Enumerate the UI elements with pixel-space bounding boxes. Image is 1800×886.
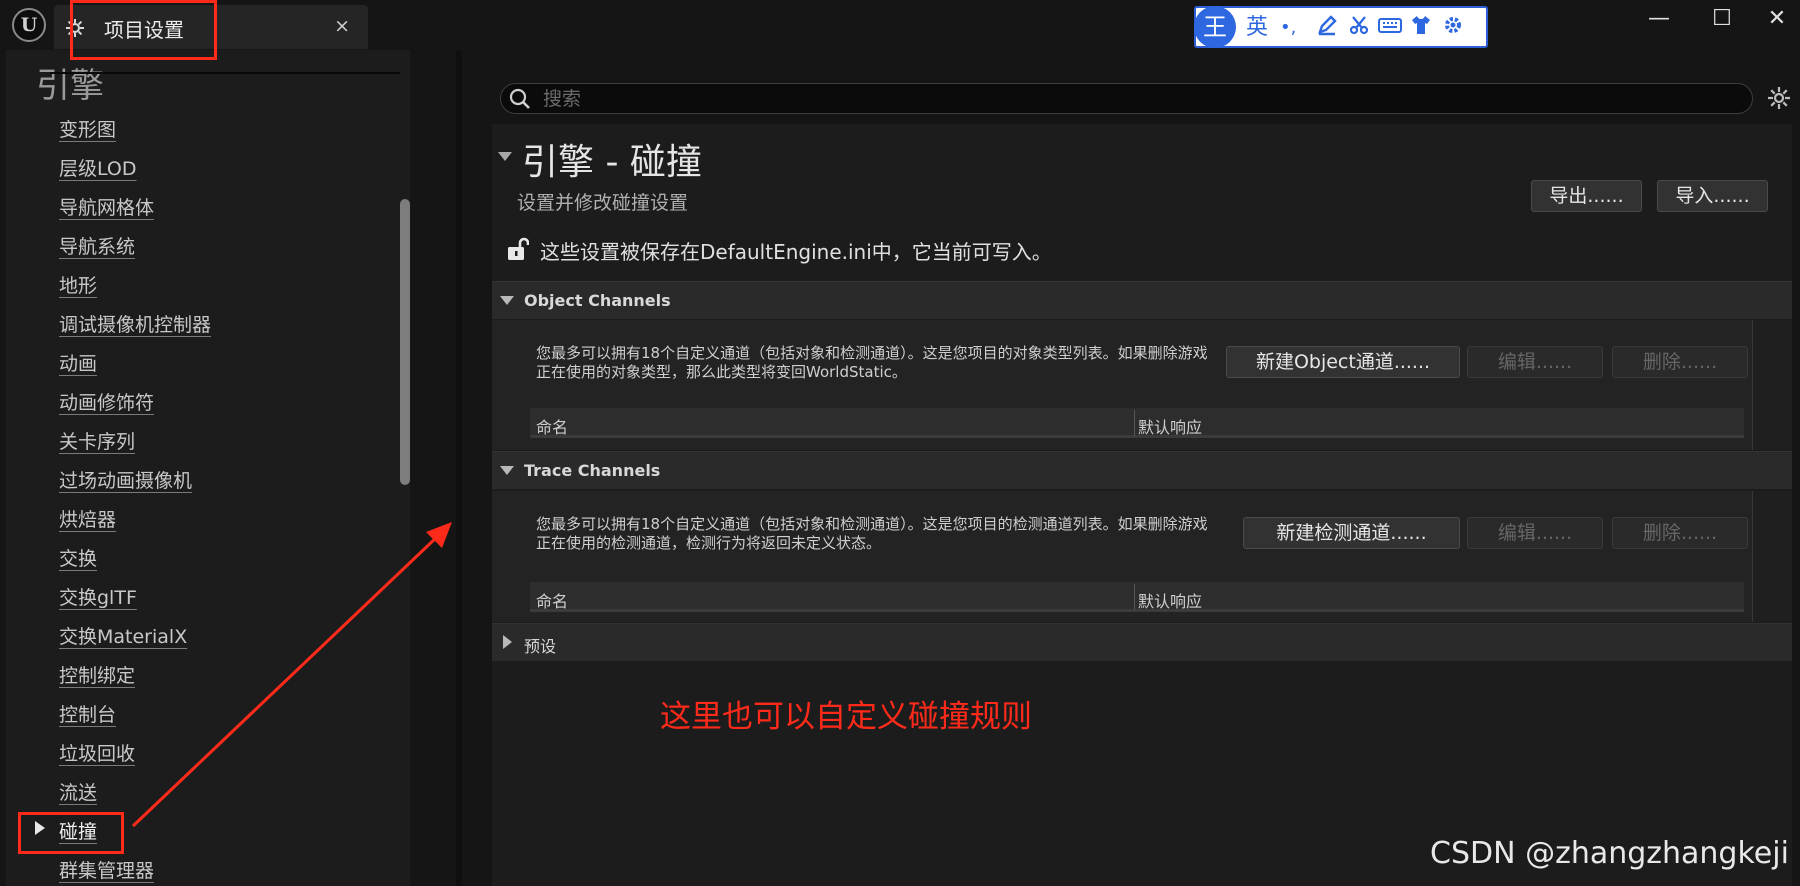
category-title: Object Channels (524, 291, 671, 310)
search-input[interactable] (543, 87, 1723, 111)
sidebar-item-navmesh[interactable]: 导航网格体 (59, 193, 154, 220)
unreal-logo-icon: U (12, 8, 46, 42)
sidebar-item-console[interactable]: 控制台 (59, 700, 116, 727)
title-bar: U 项目设置 × 王 英 •, — ☐ ✕ (0, 0, 1800, 50)
collapsed-arrow-icon (503, 635, 512, 649)
column-name: 命名 (536, 592, 569, 611)
sidebar-item-crowd-manager[interactable]: 群集管理器 (59, 856, 154, 883)
sidebar-item-debug-camera[interactable]: 调试摄像机控制器 (59, 310, 211, 337)
sidebar-item-anim-modifiers[interactable]: 动画修饰符 (59, 388, 154, 415)
sidebar-section-divider (50, 72, 400, 74)
edit-object-channel-button[interactable]: 编辑...... (1467, 346, 1603, 378)
scissors-icon[interactable] (1348, 14, 1370, 44)
delete-trace-channel-button[interactable]: 删除...... (1612, 517, 1748, 549)
search-icon (509, 88, 531, 110)
column-default-response: 默认响应 (1138, 592, 1203, 611)
sidebar-item-cine-camera[interactable]: 过场动画摄像机 (59, 466, 192, 493)
category-edge (1752, 320, 1792, 450)
sidebar-item-hlod[interactable]: 层级LOD (59, 154, 137, 181)
ime-logo-icon[interactable]: 王 (1194, 6, 1236, 48)
watermark: CSDN @zhangzhangkeji (1430, 836, 1789, 871)
category-object-channels[interactable]: Object Channels (492, 281, 1792, 319)
column-separator[interactable] (1134, 410, 1135, 436)
export-button[interactable]: 导出...... (1531, 180, 1642, 212)
sidebar-item-interchange[interactable]: 交换 (59, 544, 97, 571)
pen-icon[interactable] (1316, 14, 1338, 44)
object-channels-description: 您最多可以拥有18个自定义通道（包括对象和检测通道）。这是您项目的对象类型列表。… (536, 344, 1208, 381)
page-subtitle: 设置并修改碰撞设置 (517, 192, 689, 214)
annotation-text: 这里也可以自定义碰撞规则 (660, 699, 1032, 735)
category-trace-channels[interactable]: Trace Channels (492, 451, 1792, 489)
sidebar-item-landscape[interactable]: 地形 (59, 271, 97, 298)
category-presets[interactable]: 预设 (492, 623, 1792, 661)
expand-arrow-icon (500, 296, 514, 305)
ime-toolbar: 王 英 •, (1194, 6, 1488, 48)
sidebar-section-engine: 引擎 (36, 66, 104, 106)
sidebar-scrollbar[interactable] (400, 199, 410, 485)
sidebar-item-morph[interactable]: 变形图 (59, 115, 116, 142)
settings-sidebar: 引擎 变形图 层级LOD 导航网格体 导航系统 地形 调试摄像机控制器 动画 动… (0, 50, 470, 886)
tab-close-icon[interactable]: × (334, 15, 350, 37)
new-object-channel-button[interactable]: 新建Object通道...... (1226, 346, 1460, 378)
annotation-box-collision (18, 812, 124, 854)
object-channels-table-header: 命名 默认响应 (530, 408, 1744, 438)
new-trace-channel-button[interactable]: 新建检测通道...... (1243, 517, 1460, 549)
maximize-button[interactable]: ☐ (1702, 6, 1742, 32)
page-title: 引擎 - 碰撞 (522, 142, 702, 183)
sidebar-item-garbage-collection[interactable]: 垃圾回收 (59, 739, 135, 766)
delete-object-channel-button[interactable]: 删除...... (1612, 346, 1748, 378)
sidebar-item-cooker[interactable]: 烘焙器 (59, 505, 116, 532)
sidebar-item-interchange-materialx[interactable]: 交换MaterialX (59, 622, 187, 649)
column-separator[interactable] (1134, 584, 1135, 610)
category-title: Trace Channels (524, 461, 661, 480)
expand-arrow-icon (500, 466, 514, 475)
sidebar-item-level-sequence[interactable]: 关卡序列 (59, 427, 135, 454)
gear-icon[interactable] (1442, 14, 1464, 44)
panel-splitter[interactable] (456, 50, 462, 886)
config-save-notice: 这些设置被保存在DefaultEngine.ini中，它当前可写入。 (540, 240, 1052, 264)
trace-channels-body: 您最多可以拥有18个自定义通道（包括对象和检测通道）。这是您项目的检测通道列表。… (492, 491, 1792, 622)
sidebar-item-interchange-gltf[interactable]: 交换glTF (59, 583, 137, 610)
shirt-icon[interactable] (1410, 14, 1432, 44)
column-default-response: 默认响应 (1138, 418, 1203, 437)
keyboard-icon[interactable] (1378, 14, 1402, 44)
category-edge (1752, 491, 1792, 622)
trace-channels-table-header: 命名 默认响应 (530, 582, 1744, 612)
object-channels-body: 您最多可以拥有18个自定义通道（包括对象和检测通道）。这是您项目的对象类型列表。… (492, 320, 1792, 450)
minimize-button[interactable]: — (1639, 6, 1679, 32)
category-title: 预设 (524, 637, 557, 656)
close-window-button[interactable]: ✕ (1757, 6, 1797, 32)
sidebar-item-control-rig[interactable]: 控制绑定 (59, 661, 135, 688)
column-name: 命名 (536, 418, 569, 437)
sidebar-item-animation[interactable]: 动画 (59, 349, 97, 376)
sidebar-item-navsystem[interactable]: 导航系统 (59, 232, 135, 259)
sidebar-item-streaming[interactable]: 流送 (59, 778, 97, 805)
trace-channels-description: 您最多可以拥有18个自定义通道（包括对象和检测通道）。这是您项目的检测通道列表。… (536, 515, 1208, 552)
search-bar (500, 83, 1753, 114)
page-collapse-arrow-icon[interactable] (498, 152, 512, 161)
import-button[interactable]: 导入...... (1657, 180, 1768, 212)
annotation-box-tab (70, 0, 217, 60)
settings-gear-icon[interactable] (1766, 85, 1792, 111)
ime-mode-toggle[interactable]: 英 (1246, 14, 1268, 42)
ime-punct-toggle[interactable]: •, (1280, 14, 1296, 42)
unlock-icon (505, 236, 530, 262)
edit-trace-channel-button[interactable]: 编辑...... (1467, 517, 1603, 549)
